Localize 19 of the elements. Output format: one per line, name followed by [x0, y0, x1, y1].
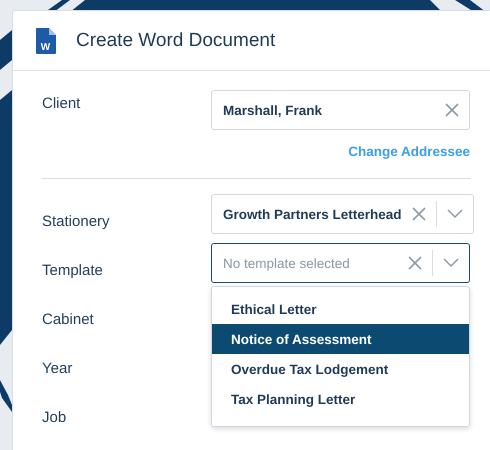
dropdown-option[interactable]: Overdue Tax Lodgement	[212, 354, 469, 384]
chevron-down-icon[interactable]	[446, 209, 463, 219]
field-label: Cabinet	[42, 310, 94, 328]
chevron-down-icon[interactable]	[443, 258, 459, 268]
field-label: Job	[42, 408, 66, 426]
field-label: Template	[42, 261, 103, 279]
clear-icon[interactable]	[445, 103, 459, 117]
dialog-title: Create Word Document	[76, 30, 276, 52]
dropdown-option[interactable]: Ethical Letter	[212, 294, 469, 324]
dropdown-option[interactable]: Tax Planning Letter	[212, 384, 469, 414]
clear-icon[interactable]	[408, 256, 422, 270]
select-field[interactable]: Growth Partners Letterhead	[211, 194, 474, 234]
client-field[interactable]: Marshall, Frank	[211, 90, 470, 130]
dropdown-option[interactable]: Notice of Assessment	[212, 324, 469, 354]
field-label: Client	[42, 94, 80, 112]
field-label: Year	[42, 359, 72, 377]
word-document-icon: W	[36, 28, 56, 54]
field-label: Stationery	[42, 212, 110, 230]
clear-icon[interactable]	[412, 207, 426, 221]
